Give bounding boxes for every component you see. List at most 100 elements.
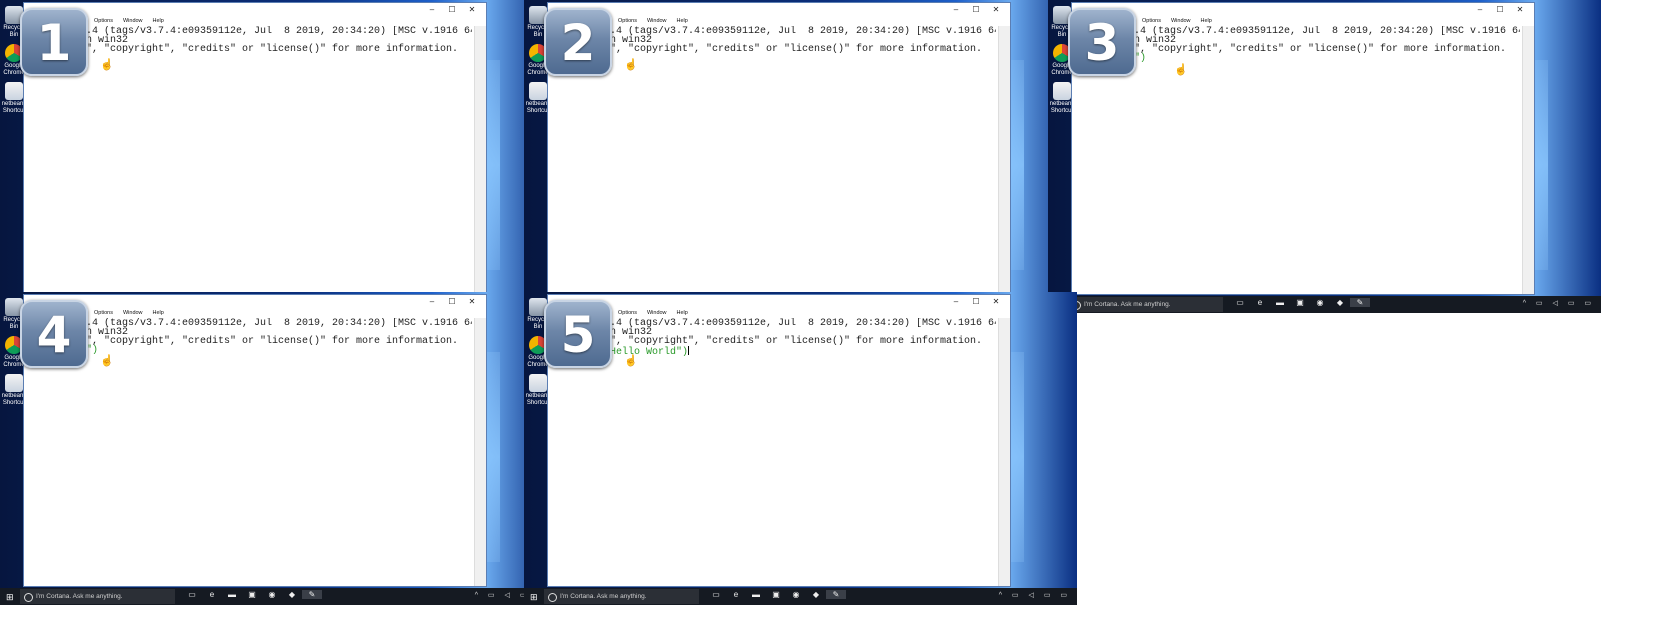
netbeans-desktop-glyph [1053, 82, 1071, 100]
taskbar: ⊞I'm Cortana. Ask me anything.▭e▬▣◉◆✎^ ▭… [0, 588, 553, 605]
system-tray[interactable]: ^ ▭ ◁ ▭ ▭ [1523, 299, 1595, 307]
menu-item-help[interactable]: Help [677, 18, 688, 24]
maximize-icon[interactable]: ☐ [442, 297, 462, 306]
maximize-icon[interactable]: ☐ [1490, 5, 1510, 14]
taskbar-file-explorer-icon[interactable]: ▬ [1270, 298, 1290, 307]
taskbar-netbeans-icon[interactable]: ◆ [282, 590, 302, 599]
menu-item-window[interactable]: Window [123, 310, 143, 316]
close-icon[interactable]: ✕ [986, 297, 1006, 306]
netbeans-desktop-glyph [529, 374, 547, 392]
close-icon[interactable]: ✕ [1510, 5, 1530, 14]
minimize-icon[interactable]: – [1470, 5, 1490, 14]
version-line: .4 (tags/v3.7.4:e09359112e, Jul 8 2019, … [610, 26, 996, 37]
screenshot-panel-5: Recycle Bin Google Chrome netbeans Shortcu… [524, 292, 1077, 605]
close-icon[interactable]: ✕ [462, 5, 482, 14]
menu-item-help[interactable]: Help [153, 18, 164, 24]
screenshot-panel-1: Recycle Bin Google Chrome netbeans Shortcu… [0, 0, 553, 313]
start-button[interactable]: ⊞ [6, 592, 14, 603]
taskbar-store-icon[interactable]: ▣ [1290, 298, 1310, 307]
menu-bar: Options Window Help [548, 17, 1010, 26]
taskbar-idle-icon[interactable]: ✎ [1350, 298, 1370, 307]
cortana-ring-icon [24, 593, 33, 602]
cortana-search-box[interactable]: I'm Cortana. Ask me anything. [1068, 297, 1223, 312]
text-caret [688, 346, 690, 355]
maximize-icon[interactable]: ☐ [966, 297, 986, 306]
maximize-icon[interactable]: ☐ [442, 5, 462, 14]
python-shell-window[interactable]: – ☐ ✕ Options Window Help .4 (tags/v3.7.4:e093… [547, 294, 1011, 587]
menu-item-options[interactable]: Options [618, 18, 637, 24]
taskbar-store-icon[interactable]: ▣ [766, 590, 786, 599]
taskbar-idle-icon[interactable]: ✎ [826, 590, 846, 599]
minimize-icon[interactable]: – [422, 5, 442, 14]
taskbar-chrome-icon[interactable]: ◉ [1310, 298, 1330, 307]
menu-item-options[interactable]: Options [1142, 18, 1161, 24]
taskbar: ⊞ I'm Cortana. Ask me anything. ▭e▬▣◉◆✎ ^ ▭… [524, 588, 1077, 605]
menu-item-help[interactable]: Help [1201, 18, 1212, 24]
shell-output[interactable]: .4 (tags/v3.7.4:e09359112e, Jul 8 2019, … [548, 26, 996, 294]
taskbar-netbeans-icon[interactable]: ◆ [806, 590, 826, 599]
python-shell-window[interactable]: – ☐ ✕ Options Window Help .4 (tags/v3.7.4:e093… [23, 2, 487, 295]
version-line: .4 (tags/v3.7.4:e09359112e, Jul 8 2019, … [86, 318, 472, 329]
vertical-scrollbar[interactable] [474, 26, 486, 294]
taskbar-edge-icon[interactable]: e [726, 590, 746, 599]
vertical-scrollbar[interactable] [474, 318, 486, 586]
menu-bar: Options Window Help [24, 17, 486, 26]
step-number-badge: 1 [20, 8, 88, 76]
taskbar-netbeans-icon[interactable]: ◆ [1330, 298, 1350, 307]
taskbar-task-view-icon[interactable]: ▭ [1230, 298, 1250, 307]
menu-item-help[interactable]: Help [677, 310, 688, 316]
step-number-badge: 2 [544, 8, 612, 76]
menu-item-options[interactable]: Options [618, 310, 637, 316]
python-shell-window[interactable]: – ☐ ✕ Options Window Help .4 (tags/v3.7.4:e093… [23, 294, 487, 587]
minimize-icon[interactable]: – [946, 297, 966, 306]
menu-item-options[interactable]: Options [94, 18, 113, 24]
menu-item-help[interactable]: Help [153, 310, 164, 316]
taskbar-pinned-apps: ▭e▬▣◉◆✎ [706, 590, 846, 599]
prompt-input[interactable]: "Hello World") [604, 346, 690, 358]
menu-item-window[interactable]: Window [123, 18, 143, 24]
start-button[interactable]: ⊞ [530, 592, 538, 603]
cortana-search-box[interactable]: I'm Cortana. Ask me anything. [20, 589, 175, 604]
vertical-scrollbar[interactable] [998, 318, 1010, 586]
minimize-icon[interactable]: – [422, 297, 442, 306]
taskbar-store-icon[interactable]: ▣ [242, 590, 262, 599]
shell-output[interactable]: .4 (tags/v3.7.4:e09359112e, Jul 8 2019, … [24, 318, 472, 586]
taskbar-file-explorer-icon[interactable]: ▬ [746, 590, 766, 599]
close-icon[interactable]: ✕ [462, 297, 482, 306]
info-line: ", "copyright", "credits" or "license()"… [86, 44, 459, 55]
maximize-icon[interactable]: ☐ [966, 5, 986, 14]
taskbar-task-view-icon[interactable]: ▭ [182, 590, 202, 599]
taskbar-file-explorer-icon[interactable]: ▬ [222, 590, 242, 599]
shell-output[interactable]: .4 (tags/v3.7.4:e09359112e, Jul 8 2019, … [24, 26, 472, 294]
menu-item-options[interactable]: Options [94, 310, 113, 316]
taskbar-edge-icon[interactable]: e [202, 590, 222, 599]
menu-bar: Options Window Help [548, 309, 1010, 318]
menu-item-window[interactable]: Window [647, 18, 667, 24]
taskbar-idle-icon[interactable]: ✎ [302, 590, 322, 599]
vertical-scrollbar[interactable] [998, 26, 1010, 294]
minimize-icon[interactable]: – [946, 5, 966, 14]
hand-cursor-icon: ☝ [100, 355, 114, 367]
cortana-ring-icon [548, 593, 557, 602]
hand-cursor-icon: ☝ [100, 59, 114, 71]
hand-cursor-icon: ☝ [624, 355, 638, 367]
step-number-badge: 4 [20, 300, 88, 368]
shell-output[interactable]: .4 (tags/v3.7.4:e09359112e, Jul 8 2019, … [1072, 26, 1520, 294]
hand-cursor-icon: ☝ [1174, 64, 1188, 76]
netbeans-desktop-glyph [529, 82, 547, 100]
python-shell-window[interactable]: – ☐ ✕ Options Window Help .4 (tags/v3.7.4:e093… [1071, 2, 1535, 295]
shell-output[interactable]: .4 (tags/v3.7.4:e09359112e, Jul 8 2019, … [548, 318, 996, 586]
taskbar-edge-icon[interactable]: e [1250, 298, 1270, 307]
cortana-search-box[interactable]: I'm Cortana. Ask me anything. [544, 589, 699, 604]
menu-item-window[interactable]: Window [647, 310, 667, 316]
taskbar-chrome-icon[interactable]: ◉ [262, 590, 282, 599]
python-shell-window[interactable]: – ☐ ✕ Options Window Help .4 (tags/v3.7.4:e093… [547, 2, 1011, 295]
menu-item-window[interactable]: Window [1171, 18, 1191, 24]
taskbar-task-view-icon[interactable]: ▭ [706, 590, 726, 599]
system-tray[interactable]: ^ ▭ ◁ ▭ ▭ [999, 591, 1071, 599]
vertical-scrollbar[interactable] [1522, 26, 1534, 294]
close-icon[interactable]: ✕ [986, 5, 1006, 14]
taskbar-chrome-icon[interactable]: ◉ [786, 590, 806, 599]
info-line: ", "copyright", "credits" or "license()"… [1134, 44, 1507, 55]
version-line: .4 (tags/v3.7.4:e09359112e, Jul 8 2019, … [1134, 26, 1520, 37]
